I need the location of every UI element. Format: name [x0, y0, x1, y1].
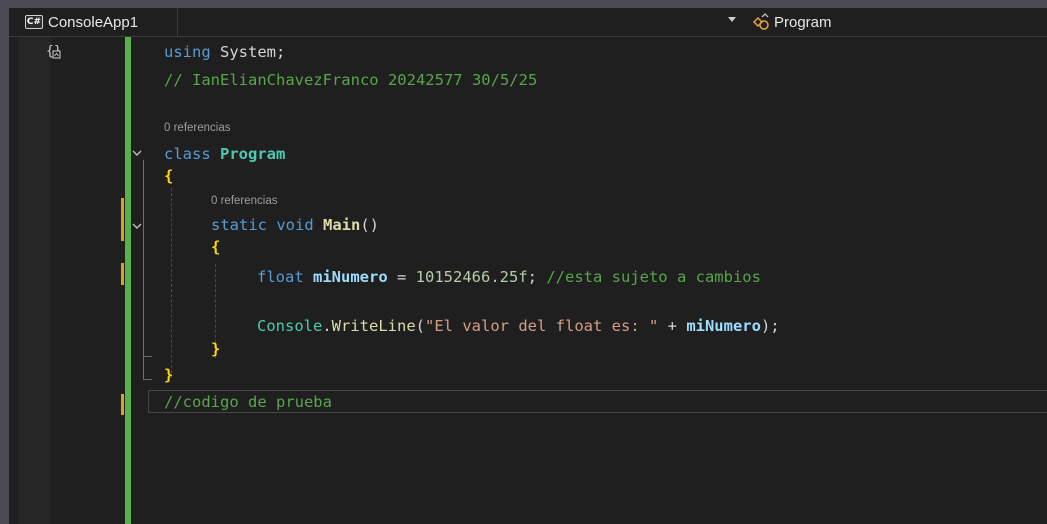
collapse-class-icon[interactable] — [130, 146, 144, 160]
code-text: ; — [527, 268, 547, 286]
code-line-1: using System; — [164, 41, 285, 63]
code-text: = — [387, 268, 416, 286]
method-name: Main — [313, 216, 361, 234]
code-text: ); — [760, 317, 780, 335]
code-line-9: } — [211, 338, 220, 360]
method-references-lens[interactable]: 0 referencias — [211, 195, 277, 207]
method-name: WriteLine — [331, 317, 416, 335]
project-name: ConsoleApp1 — [48, 13, 139, 31]
class-references-lens[interactable]: 0 referencias — [164, 122, 230, 134]
editor-margin: {} — [9, 37, 135, 524]
namespace-icon: {} — [46, 44, 62, 59]
comment: // IanElianChavezFranco 20242577 30/5/25 — [164, 71, 538, 89]
nav-divider — [177, 8, 178, 36]
code-text: + — [658, 317, 687, 335]
class-name: Console — [257, 317, 323, 335]
comment: //codigo de prueba — [164, 393, 332, 411]
keyword: void — [267, 216, 314, 234]
unsaved-change-marker — [121, 263, 124, 285]
collapse-method-icon[interactable] — [130, 219, 144, 233]
keyword: float — [257, 268, 304, 286]
window-top-border — [0, 0, 1047, 8]
fold-guide-end — [143, 356, 152, 357]
variable: miNumero — [686, 317, 761, 335]
code-line-10: } — [164, 364, 173, 386]
variable: miNumero — [303, 268, 388, 286]
glyph-margin — [19, 37, 51, 524]
brace: { — [211, 238, 221, 256]
number-literal: 10152466.25f — [415, 268, 528, 286]
keyword: static — [211, 216, 267, 234]
code-line-6: { — [211, 236, 220, 258]
class-icon — [752, 13, 769, 30]
code-area[interactable]: using System; // IanElianChavezFranco 20… — [0, 0, 1047, 524]
window-left-border — [0, 0, 9, 524]
code-line-11: //codigo de prueba — [164, 391, 332, 413]
comment: //esta sujeto a cambios — [546, 268, 761, 286]
member-name: Program — [774, 13, 832, 31]
fold-guide-end — [143, 379, 152, 380]
code-line-5: static void Main() — [211, 214, 379, 236]
code-editor-window: C# ConsoleApp1 Program {} — [0, 0, 1047, 524]
unsaved-change-marker — [121, 394, 124, 415]
code-line-7: float miNumero = 10152466.25f; //esta su… — [257, 266, 761, 288]
code-text: System; — [210, 43, 286, 61]
indent-guide — [171, 188, 172, 378]
string-literal: "El valor del float es: " — [425, 317, 659, 335]
brace: } — [211, 340, 221, 358]
change-tracking-bar — [125, 37, 131, 524]
keyword: using — [164, 43, 211, 61]
unsaved-change-marker — [121, 198, 124, 220]
csharp-project-icon: C# — [25, 15, 43, 29]
keyword: class — [164, 145, 211, 163]
brace: { — [164, 167, 174, 185]
code-text: () — [360, 216, 380, 234]
code-line-3: class Program — [164, 143, 285, 165]
code-line-8: Console.WriteLine("El valor del float es… — [257, 315, 780, 337]
chevron-down-icon[interactable] — [728, 17, 736, 22]
brace: } — [164, 366, 174, 384]
class-name: Program — [210, 145, 286, 163]
unsaved-change-marker — [121, 220, 124, 241]
fold-guide — [143, 233, 144, 357]
member-dropdown[interactable]: Program — [751, 11, 832, 33]
navigation-bar: C# ConsoleApp1 Program — [9, 8, 1047, 37]
code-text: . — [322, 317, 332, 335]
code-line-4: { — [164, 165, 173, 187]
code-text: ( — [415, 317, 426, 335]
code-line-2: // IanElianChavezFranco 20242577 30/5/25 — [164, 69, 537, 91]
project-dropdown[interactable]: C# ConsoleApp1 — [25, 11, 138, 33]
